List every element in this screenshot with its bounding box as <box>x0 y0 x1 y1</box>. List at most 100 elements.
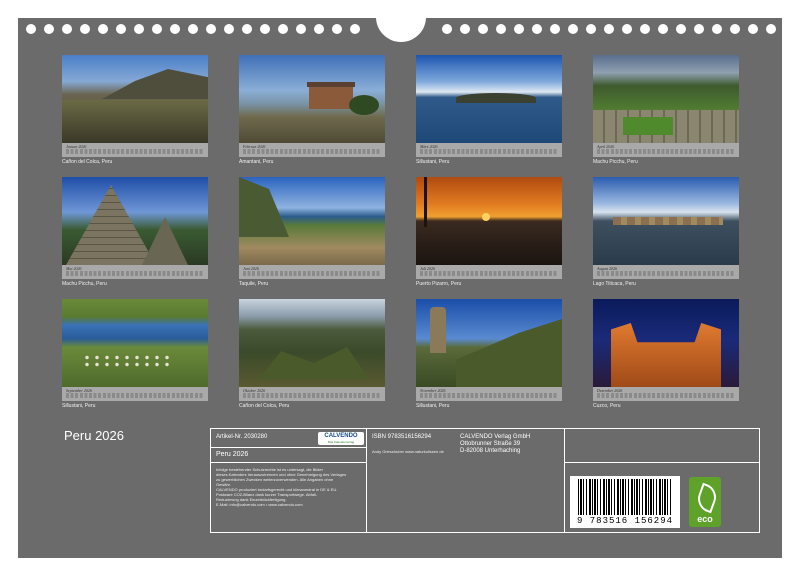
binding-hole <box>224 24 234 34</box>
isbn-barcode: 9 783516 156294 <box>570 476 680 528</box>
binding-hole <box>188 24 198 34</box>
binding-hole <box>350 24 360 34</box>
binding-hole <box>478 24 488 34</box>
binding-hole <box>640 24 650 34</box>
legal-text-line: zu gewerblichen Zwecken weiterzuverwende… <box>216 477 334 482</box>
divider <box>211 462 366 463</box>
day-grid <box>66 393 204 398</box>
barcode-bars <box>578 479 672 515</box>
binding-hole <box>622 24 632 34</box>
legal-text-line: E-Mail: info@calvendo.com • www.calvendo… <box>216 502 303 507</box>
photo-caption: Sillustani, Peru <box>416 403 450 409</box>
day-grid <box>66 149 204 154</box>
binding-hole <box>442 24 452 34</box>
day-grid <box>243 393 381 398</box>
photo-sillustani-september <box>62 299 208 387</box>
photo-puerto-pizarro <box>416 177 562 265</box>
binding-hole <box>730 24 740 34</box>
publisher-line: Ottobrunner Straße 39 <box>460 441 521 447</box>
binding-hole <box>460 24 470 34</box>
calvendo-logo: CALVENDO Das Kalenderverlag <box>318 432 364 445</box>
calendar-strip: Juni 2026 <box>239 265 385 279</box>
photo-caption: Machu Picchu, Peru <box>593 159 638 165</box>
photo-caption: Lago Titicaca, Peru <box>593 281 636 287</box>
calendar-strip: Januar 2026 <box>62 143 208 157</box>
binding-hole <box>694 24 704 34</box>
day-grid <box>420 271 558 276</box>
binding-hole <box>134 24 144 34</box>
photo-cuzco <box>593 299 739 387</box>
binding-hole <box>766 24 776 34</box>
photo-colca-canyon-october <box>239 299 385 387</box>
day-grid <box>597 393 735 398</box>
author-credit: Andy Griesshuber www.naturkulissen.de <box>372 449 444 454</box>
binding-hole <box>206 24 216 34</box>
photo-caption: Sillustani, Peru <box>416 159 450 165</box>
binding-hole <box>278 24 288 34</box>
hanger-cutout <box>376 17 426 42</box>
publisher-line: CALVENDO Verlag GmbH <box>460 434 531 440</box>
photo-caption: Cañon del Colca, Peru <box>239 403 290 409</box>
binding-hole <box>332 24 342 34</box>
photo-caption: Sillustani, Peru <box>62 403 96 409</box>
binding-hole <box>550 24 560 34</box>
binding-hole <box>604 24 614 34</box>
calendar-strip: Dezember 2026 <box>593 387 739 401</box>
day-grid <box>243 271 381 276</box>
calendar-strip: Mai 2026 <box>62 265 208 279</box>
product-info-box: Artikel-Nr. 2030280 CALVENDO Das Kalende… <box>210 428 760 533</box>
binding-hole <box>170 24 180 34</box>
binding-hole <box>748 24 758 34</box>
photo-caption: Cañon del Colca, Peru <box>62 159 113 165</box>
calendar-strip: Juli 2026 <box>416 265 562 279</box>
photo-machu-picchu-april <box>593 55 739 143</box>
divider <box>564 429 565 532</box>
day-grid <box>597 271 735 276</box>
binding-hole <box>314 24 324 34</box>
calendar-strip: September 2026 <box>62 387 208 401</box>
photo-caption: Amantani, Peru <box>239 159 274 165</box>
binding-hole <box>514 24 524 34</box>
photo-caption: Machu Picchu, Peru <box>62 281 107 287</box>
logo-subtext: Das Kalenderverlag <box>327 440 355 444</box>
photo-sillustani-november <box>416 299 562 387</box>
calendar-strip: November 2026 <box>416 387 562 401</box>
calendar-strip: März 2026 <box>416 143 562 157</box>
publisher-line: D-82008 Unterhaching <box>460 448 521 454</box>
binding-hole <box>676 24 686 34</box>
day-grid <box>420 149 558 154</box>
binding-hole <box>44 24 54 34</box>
eco-label: eco <box>697 514 713 524</box>
binding-hole <box>152 24 162 34</box>
photo-machu-picchu-may <box>62 177 208 265</box>
barcode-number: 9 783516 156294 <box>576 516 673 526</box>
binding-hole <box>586 24 596 34</box>
divider <box>564 462 759 463</box>
calendar-back-cover: Januar 2026 Cañon del Colca, Peru Februa… <box>18 17 782 558</box>
binding-hole <box>496 24 506 34</box>
eco-badge: eco <box>689 477 721 527</box>
photo-taquile <box>239 177 385 265</box>
calendar-title: Peru 2026 <box>64 428 124 443</box>
binding-hole <box>658 24 668 34</box>
day-grid <box>420 393 558 398</box>
photo-caption: Cuzco, Peru <box>593 403 621 409</box>
logo-text: CALVENDO <box>324 433 358 439</box>
divider <box>366 429 367 532</box>
binding-hole <box>712 24 722 34</box>
binding-hole <box>116 24 126 34</box>
photo-sillustani-march <box>416 55 562 143</box>
leaf-icon <box>694 482 720 514</box>
day-grid <box>243 149 381 154</box>
binding-hole <box>568 24 578 34</box>
photo-caption: Puerto Pizarro, Peru <box>416 281 462 287</box>
photo-caption: Taquile, Peru <box>239 281 269 287</box>
photo-lake-titicaca <box>593 177 739 265</box>
day-grid <box>66 271 204 276</box>
calendar-strip: Oktober 2026 <box>239 387 385 401</box>
binding-hole <box>260 24 270 34</box>
calendar-strip: August 2026 <box>593 265 739 279</box>
binding-hole <box>296 24 306 34</box>
binding-hole <box>98 24 108 34</box>
article-number: Artikel-Nr. 2030280 <box>216 434 268 440</box>
